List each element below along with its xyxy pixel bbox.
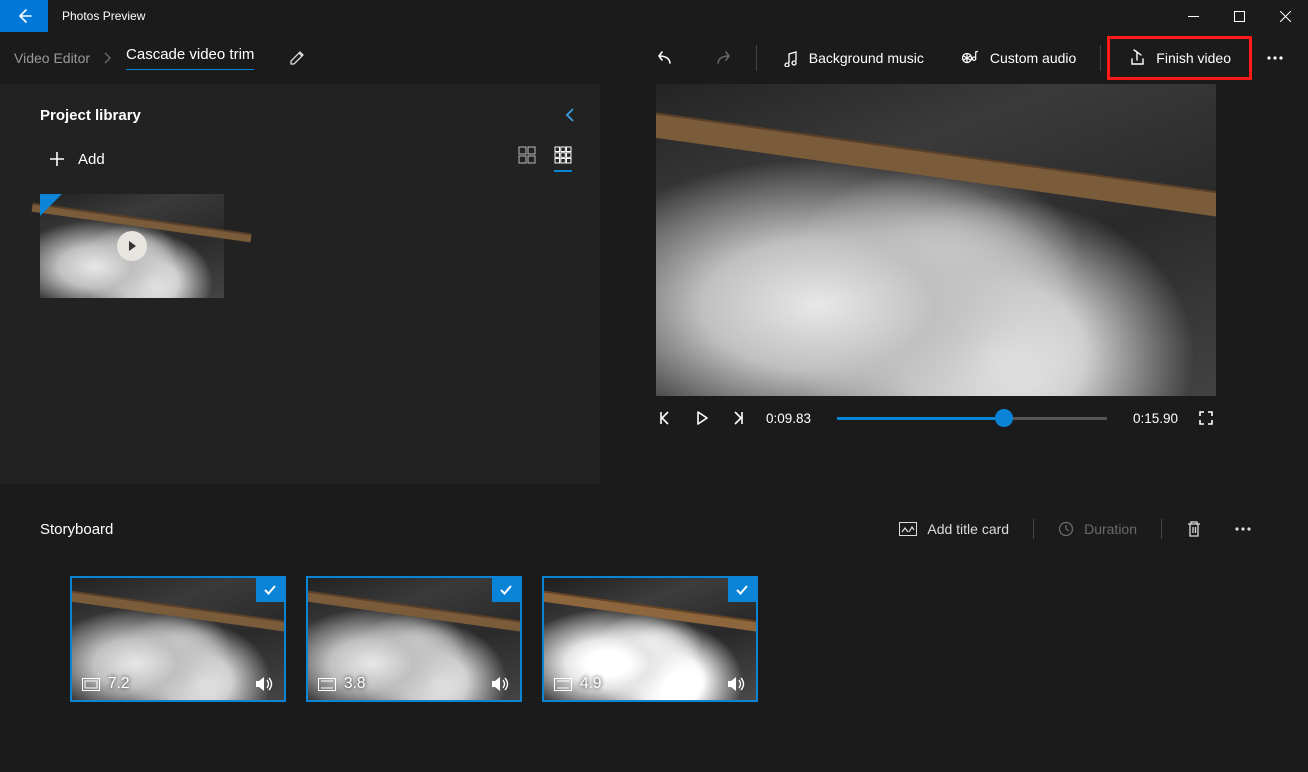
clip-duration: 4.9 xyxy=(580,675,602,693)
finish-video-label: Finish video xyxy=(1156,50,1231,66)
edit-name-button[interactable] xyxy=(288,49,306,67)
breadcrumb: Video Editor Cascade video trim xyxy=(10,46,306,70)
custom-audio-button[interactable]: Custom audio xyxy=(942,39,1094,77)
preview-panel: 0:09.83 0:15.90 xyxy=(600,84,1308,484)
separator xyxy=(1161,519,1162,539)
redo-button[interactable] xyxy=(694,38,750,78)
project-library-panel: Project library Add xyxy=(0,84,600,484)
chevron-right-icon xyxy=(104,52,112,64)
trash-icon xyxy=(1186,520,1202,538)
finish-video-button[interactable]: Finish video xyxy=(1110,39,1249,77)
selected-check-icon xyxy=(728,578,756,602)
undo-button[interactable] xyxy=(638,38,694,78)
music-icon xyxy=(781,49,799,67)
close-button[interactable] xyxy=(1262,0,1308,32)
clock-icon xyxy=(1058,521,1074,537)
storyboard-clip[interactable]: 3.8 xyxy=(306,576,522,702)
duration-icon xyxy=(82,678,100,691)
separator xyxy=(1033,519,1034,539)
ellipsis-icon xyxy=(1234,526,1252,532)
storyboard-clip[interactable]: 7.2 xyxy=(70,576,286,702)
preview-image xyxy=(656,84,1216,396)
background-music-button[interactable]: Background music xyxy=(763,39,942,77)
next-frame-button[interactable] xyxy=(730,410,746,426)
delete-clip-button[interactable] xyxy=(1170,512,1218,546)
finish-video-highlight: Finish video xyxy=(1107,36,1252,80)
storyboard-panel: Storyboard Add title card Duration xyxy=(0,484,1308,702)
toolbar: Video Editor Cascade video trim Backgrou… xyxy=(0,32,1308,84)
separator xyxy=(756,45,757,71)
back-button[interactable] xyxy=(0,0,48,32)
window-controls xyxy=(1170,0,1308,32)
background-music-label: Background music xyxy=(809,50,924,66)
title-card-icon xyxy=(899,522,917,536)
custom-audio-label: Custom audio xyxy=(990,50,1076,66)
fullscreen-button[interactable] xyxy=(1198,410,1214,426)
storyboard-more-button[interactable] xyxy=(1218,518,1268,540)
export-icon xyxy=(1128,49,1146,67)
small-grid-view-button[interactable] xyxy=(554,146,572,172)
total-time: 0:15.90 xyxy=(1133,411,1178,426)
storyboard-title: Storyboard xyxy=(40,521,113,538)
plus-icon xyxy=(48,150,66,168)
duration-icon xyxy=(318,678,336,691)
minimize-button[interactable] xyxy=(1170,0,1216,32)
maximize-button[interactable] xyxy=(1216,0,1262,32)
duration-icon xyxy=(554,678,572,691)
duration-button: Duration xyxy=(1042,513,1153,545)
previous-frame-button[interactable] xyxy=(658,410,674,426)
scrubber-handle[interactable] xyxy=(995,409,1013,427)
selected-check-icon xyxy=(256,578,284,602)
player-controls: 0:09.83 0:15.90 xyxy=(656,396,1216,426)
selected-check-icon xyxy=(492,578,520,602)
clip-duration: 7.2 xyxy=(108,675,130,693)
audio-icon[interactable] xyxy=(254,676,274,692)
play-button[interactable] xyxy=(694,410,710,426)
current-time: 0:09.83 xyxy=(766,411,811,426)
collapse-library-button[interactable] xyxy=(564,106,576,124)
add-title-card-button[interactable]: Add title card xyxy=(883,513,1025,545)
custom-audio-icon xyxy=(960,49,980,67)
titlebar: Photos Preview xyxy=(0,0,1308,32)
audio-icon[interactable] xyxy=(726,676,746,692)
add-media-button[interactable]: Add xyxy=(48,150,105,168)
clip-duration: 3.8 xyxy=(344,675,366,693)
more-button[interactable] xyxy=(1252,45,1298,71)
timeline-scrubber[interactable] xyxy=(837,417,1107,420)
separator xyxy=(1100,45,1101,71)
library-clip-thumbnail[interactable] xyxy=(40,194,224,298)
play-icon xyxy=(117,231,147,261)
app-title: Photos Preview xyxy=(48,0,145,32)
video-preview[interactable] xyxy=(656,84,1216,396)
scrubber-progress xyxy=(837,417,1004,420)
audio-icon[interactable] xyxy=(490,676,510,692)
add-label: Add xyxy=(78,151,105,168)
video-indicator-icon xyxy=(40,194,62,216)
project-name[interactable]: Cascade video trim xyxy=(126,46,254,70)
library-title: Project library xyxy=(40,107,141,124)
large-grid-view-button[interactable] xyxy=(518,146,536,172)
ellipsis-icon xyxy=(1266,55,1284,61)
storyboard-clip[interactable]: 4.9 xyxy=(542,576,758,702)
breadcrumb-root[interactable]: Video Editor xyxy=(14,50,90,66)
